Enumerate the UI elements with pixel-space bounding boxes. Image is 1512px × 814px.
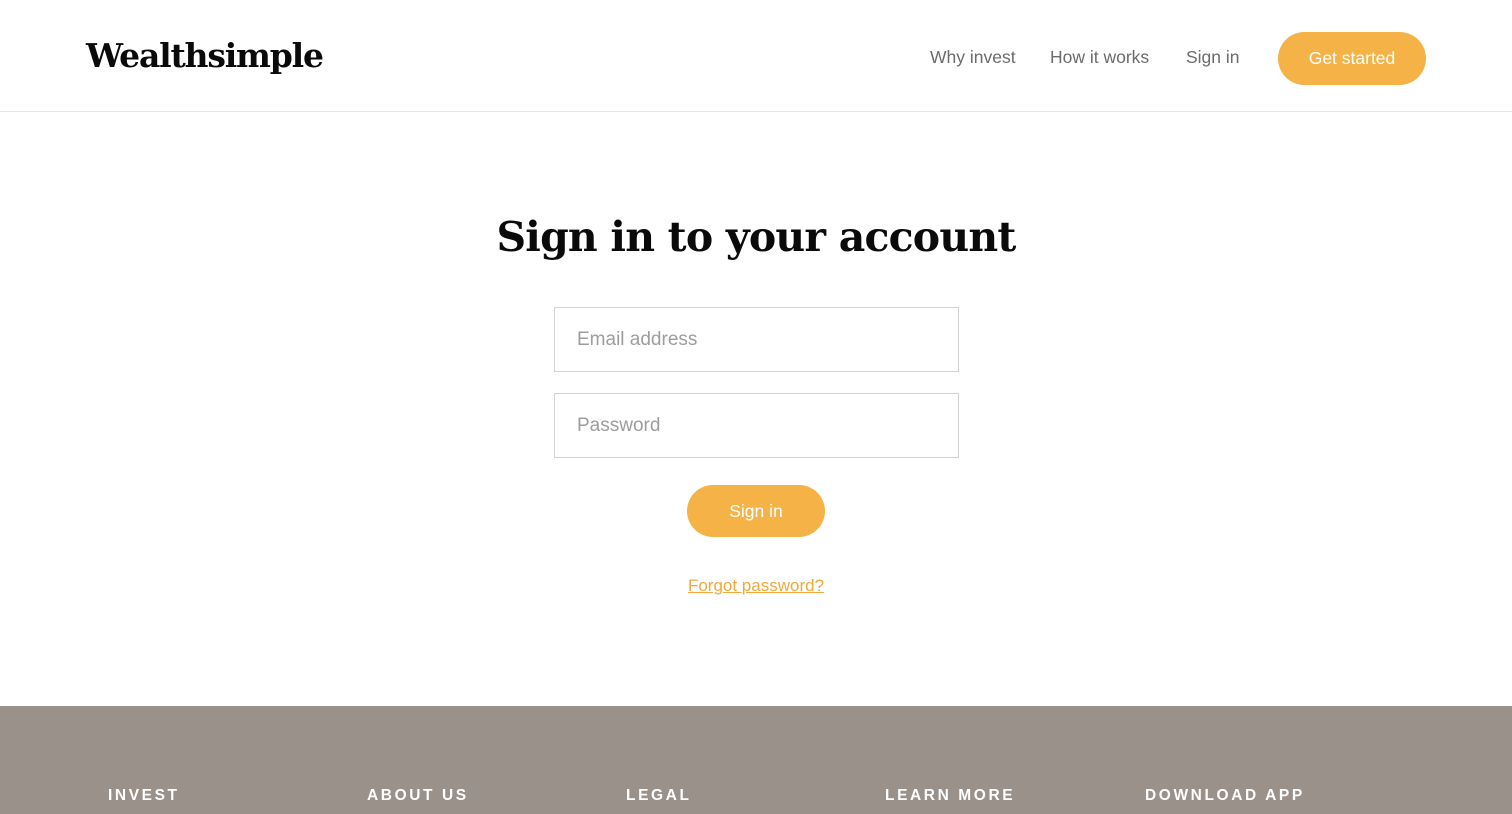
sign-in-button[interactable]: Sign in — [687, 485, 825, 537]
nav-how-it-works[interactable]: How it works — [1050, 44, 1149, 70]
forgot-password-link[interactable]: Forgot password? — [688, 576, 824, 595]
page: Wealthsimple Why invest How it works Sig… — [0, 0, 1512, 814]
footer-heading-invest: INVEST — [108, 787, 180, 804]
nav-why-invest[interactable]: Why invest — [930, 44, 1016, 70]
site-footer: INVEST ABOUT US LEGAL LEARN MORE DOWNLOA… — [0, 706, 1512, 814]
site-header: Wealthsimple Why invest How it works Sig… — [0, 0, 1512, 112]
nav-sign-in[interactable]: Sign in — [1186, 44, 1240, 70]
get-started-button[interactable]: Get started — [1278, 32, 1426, 85]
footer-heading-legal: LEGAL — [626, 787, 692, 804]
footer-heading-download-app: DOWNLOAD APP — [1145, 787, 1305, 804]
password-field[interactable] — [554, 393, 959, 458]
email-field[interactable] — [554, 307, 959, 372]
page-title: Sign in to your account — [496, 213, 1016, 261]
footer-heading-about-us: ABOUT US — [367, 787, 469, 804]
wealthsimple-logo[interactable]: Wealthsimple — [86, 34, 324, 78]
forgot-password-row: Forgot password? — [0, 574, 1512, 598]
footer-heading-learn-more: LEARN MORE — [885, 787, 1016, 804]
